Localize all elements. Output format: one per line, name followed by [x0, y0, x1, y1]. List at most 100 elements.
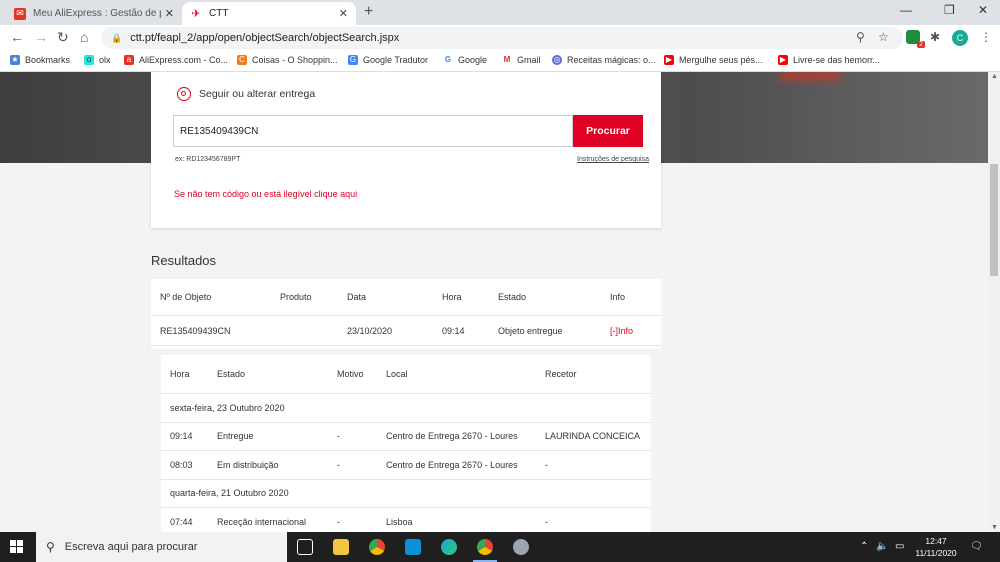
event-reason: -	[337, 516, 340, 527]
search-card: Seguir ou alterar entrega Procurar ex: R…	[151, 72, 661, 228]
scroll-up-icon[interactable]: ▲	[991, 73, 998, 80]
bookmark-item[interactable]: C Coisas - O Shoppin...	[237, 55, 338, 65]
bookmark-item[interactable]: a AliExpress.com - Co...	[124, 55, 228, 65]
address-bar[interactable]: 🔒 ctt.pt/feapl_2/app/open/objectSearch/o…	[101, 27, 903, 49]
search-instructions-link[interactable]: Instruções de pesquisa	[577, 156, 649, 163]
object-number: RE135409439CN	[160, 325, 231, 336]
file-explorer-icon[interactable]	[333, 539, 349, 555]
tracking-code-input[interactable]	[173, 115, 573, 147]
event-time: 07:44	[170, 516, 193, 527]
page-content: Seguir ou alterar entrega Procurar ex: R…	[0, 72, 988, 532]
bookmark-item[interactable]: M Gmail	[502, 55, 541, 65]
date: 23/10/2020	[347, 325, 393, 336]
chrome-active-icon[interactable]	[473, 539, 497, 562]
youtube-icon: ▶	[778, 55, 788, 65]
star-icon[interactable]: ☆	[878, 30, 889, 44]
volume-icon[interactable]: 🔈	[876, 541, 888, 552]
table-row: 07:44 Receção internacional - Lisboa -	[161, 508, 651, 532]
notification-icon[interactable]: 🗨	[970, 541, 983, 552]
avatar[interactable]: C	[952, 30, 968, 46]
results-table: Nº de Objeto Produto Data Hora Estado In…	[151, 279, 661, 349]
event-location: Lisboa	[386, 516, 413, 527]
youtube-icon: ▶	[664, 55, 674, 65]
close-icon[interactable]: ✕	[339, 7, 348, 20]
group-date: sexta-feira, 23 Outubro 2020	[170, 402, 285, 413]
windows-start-icon[interactable]	[10, 540, 24, 554]
no-code-link[interactable]: Se não tem código ou está ilegível cliqu…	[174, 189, 357, 199]
tab-title: CTT	[209, 8, 229, 19]
search-icon: ⚲	[46, 540, 55, 554]
close-icon[interactable]: ✕	[165, 7, 174, 20]
bookmark-item[interactable]: G Google	[443, 55, 487, 65]
date-group-row: sexta-feira, 23 Outubro 2020	[161, 394, 651, 423]
search-button[interactable]: Procurar	[573, 115, 643, 147]
details-header-row: Hora Estado Motivo Local Recetor	[161, 355, 651, 394]
reload-icon[interactable]: ↻	[57, 29, 69, 46]
minimize-icon[interactable]: —	[900, 3, 912, 17]
time: 09:14	[442, 325, 465, 336]
column-header: Nº de Objeto	[160, 292, 212, 302]
new-tab-icon[interactable]: +	[364, 3, 373, 21]
back-icon[interactable]: ←	[10, 29, 24, 45]
event-receiver: LAURINDA CONCEICA	[545, 431, 641, 442]
tab-aliexpress[interactable]: ✉ Meu AliExpress : Gestão de pedi ✕	[6, 2, 182, 25]
chevron-up-icon[interactable]: ⌃	[860, 541, 868, 552]
battery-icon[interactable]: ▭	[895, 541, 904, 552]
search-heading-text: Seguir ou alterar entrega	[199, 88, 316, 100]
column-header: Local	[386, 369, 408, 379]
event-reason: -	[337, 431, 340, 442]
zoom-search-icon[interactable]: ⚲	[856, 30, 865, 44]
column-header: Estado	[498, 292, 527, 302]
scroll-down-icon[interactable]: ▼	[991, 524, 998, 531]
tab-bar: ✉ Meu AliExpress : Gestão de pedi ✕ ✈ CT…	[0, 0, 1000, 25]
column-header: Hora	[170, 369, 190, 379]
app-icon[interactable]	[513, 539, 529, 555]
event-reason: -	[337, 459, 340, 470]
bookmark-label: Livre-se das hemorr...	[793, 55, 881, 65]
bookmark-label: olx	[99, 55, 111, 65]
page-scrollbar[interactable]: ▲ ▼	[988, 72, 1000, 532]
maximize-icon[interactable]: ❐	[944, 3, 955, 17]
home-icon[interactable]: ⌂	[80, 29, 88, 45]
search-heading: Seguir ou alterar entrega	[177, 87, 315, 101]
system-clock[interactable]: 12:47 11/11/2020	[914, 535, 958, 559]
edge-icon[interactable]	[441, 539, 457, 555]
info-toggle-link[interactable]: [-]Info	[610, 326, 633, 336]
column-header: Recetor	[545, 369, 577, 379]
menu-icon[interactable]: ⋮	[980, 30, 992, 44]
column-header: Data	[347, 292, 367, 302]
bookmark-label: Mergulhe seus pés...	[679, 55, 763, 65]
table-row: 09:14 Entregue - Centro de Entrega 2670 …	[161, 423, 651, 451]
translate-icon: G	[348, 55, 358, 65]
taskbar-search[interactable]: ⚲ Escreva aqui para procurar	[36, 532, 287, 562]
bookmark-item[interactable]: G Google Tradutor	[348, 55, 428, 65]
shield-extension-icon[interactable]: 2	[906, 30, 925, 48]
coisas-icon: C	[237, 55, 247, 65]
clock-date: 11/11/2020	[915, 548, 957, 558]
bookmark-label: Coisas - O Shoppin...	[252, 55, 338, 65]
bookmark-item[interactable]: ★ Bookmarks	[10, 55, 70, 65]
bookmarks-bar: ★ Bookmarks o olx a AliExpress.com - Co... …	[0, 51, 1000, 72]
bookmark-label: Receitas mágicas: o...	[567, 55, 656, 65]
table-row: 08:03 Em distribuição - Centro de Entreg…	[161, 451, 651, 480]
tab-ctt[interactable]: ✈ CTT ✕	[182, 2, 356, 25]
task-view-icon[interactable]	[297, 539, 313, 555]
window-close-icon[interactable]: ✕	[978, 3, 988, 17]
aliexpress-icon: a	[124, 55, 134, 65]
star-icon: ★	[10, 55, 20, 65]
event-status: Receção internacional	[217, 516, 307, 527]
bookmark-label: Google	[458, 55, 488, 65]
taskbar: ⚲ Escreva aqui para procurar ⌃ 🔈 ▭ 12:47…	[0, 532, 1000, 562]
forward-icon[interactable]: →	[34, 29, 48, 45]
extensions-icon[interactable]: ✱	[930, 30, 940, 44]
event-status: Em distribuição	[217, 459, 279, 470]
bookmark-label: Bookmarks	[25, 55, 71, 65]
url-text: ctt.pt/feapl_2/app/open/objectSearch/obj…	[130, 32, 400, 44]
chrome-icon[interactable]	[369, 539, 385, 555]
bookmark-item[interactable]: o olx	[84, 55, 111, 65]
store-icon[interactable]	[405, 539, 421, 555]
scrollbar-thumb[interactable]	[990, 164, 998, 276]
bookmark-item[interactable]: ▶ Mergulhe seus pés...	[664, 55, 763, 65]
bookmark-item[interactable]: ◎ Receitas mágicas: o...	[552, 55, 656, 65]
bookmark-item[interactable]: ▶ Livre-se das hemorr...	[778, 55, 880, 65]
